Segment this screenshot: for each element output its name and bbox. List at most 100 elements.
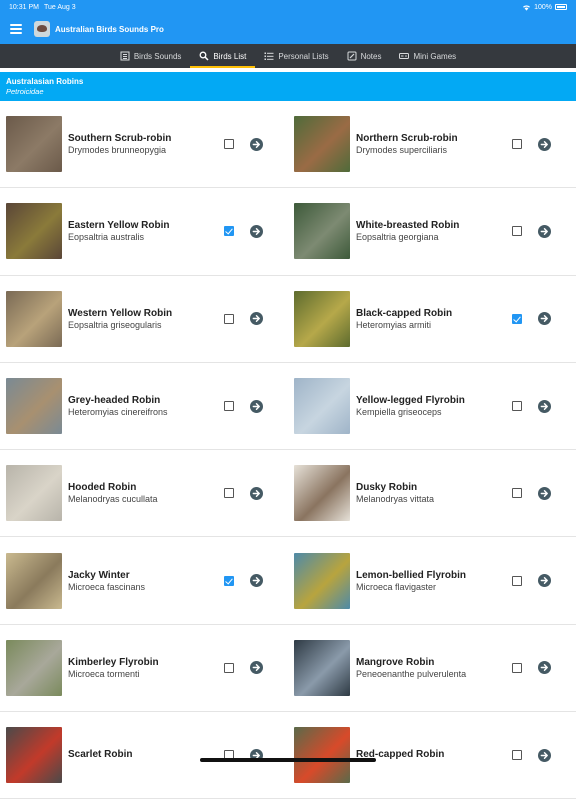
bird-checkbox[interactable] [224, 575, 234, 586]
arrow-right-icon[interactable] [538, 748, 551, 762]
arrow-right-icon[interactable] [538, 137, 551, 151]
bird-common-name: Yellow-legged Flyrobin [356, 395, 465, 407]
arrow-right-icon[interactable] [250, 224, 263, 238]
bird-common-name: Kimberley Flyrobin [68, 656, 159, 668]
bird-photo [294, 290, 350, 347]
bird-checkbox[interactable] [224, 401, 234, 412]
bird-common-name: Dusky Robin [356, 482, 418, 494]
wifi-icon [523, 4, 531, 11]
bird-list-item[interactable]: Southern Scrub-robin Drymodes brunneopygi… [0, 101, 288, 187]
bird-list-item[interactable]: Northern Scrub-robin Drymodes superciliar… [288, 101, 576, 187]
bird-checkbox[interactable] [224, 313, 234, 324]
bird-photo [294, 552, 350, 609]
bird-photo [6, 116, 62, 173]
bird-list-item[interactable]: Grey-headed Robin Heteromyias cinereifron… [0, 363, 288, 449]
arrow-right-icon[interactable] [538, 661, 551, 675]
bird-list-item[interactable]: Eastern Yellow Robin Eopsaltria australis [0, 188, 288, 274]
bird-names: Lemon-bellied Flyrobin Microeca flavigast… [356, 570, 506, 592]
bird-species-name: Melanodryas vittata [356, 494, 435, 505]
bird-checkbox[interactable] [512, 226, 522, 237]
bird-species-name: Eopsaltria georgiana [356, 232, 439, 243]
bird-photo [6, 552, 62, 609]
bird-checkbox[interactable] [512, 139, 522, 150]
bird-checkbox[interactable] [512, 575, 522, 586]
bird-checkbox[interactable] [512, 750, 522, 761]
bird-list-item[interactable]: Black-capped Robin Heteromyias armiti [288, 276, 576, 362]
tab-mini-games[interactable]: Mini Games [390, 44, 465, 68]
bird-checkbox[interactable] [512, 488, 522, 499]
bird-common-name: Scarlet Robin [68, 749, 133, 761]
birds-list: Southern Scrub-robin Drymodes brunneopygi… [0, 101, 576, 799]
bird-photo [6, 290, 62, 347]
notes-icon [347, 51, 357, 61]
app-title: Australian Birds Sounds Pro [55, 24, 164, 34]
bird-list-item[interactable]: Western Yellow Robin Eopsaltria griseogul… [0, 276, 288, 362]
bird-checkbox[interactable] [224, 488, 234, 499]
bird-list-item[interactable]: White-breasted Robin Eopsaltria georgiana [288, 188, 576, 274]
bird-species-name: Microeca flavigaster [356, 581, 437, 592]
bird-checkbox[interactable] [512, 401, 522, 412]
arrow-right-icon[interactable] [538, 399, 551, 413]
bird-list-item[interactable]: Scarlet Robin [0, 712, 288, 798]
bird-names: Mangrove Robin Peneoenanthe pulverulenta [356, 657, 506, 679]
arrow-right-icon[interactable] [538, 224, 551, 238]
bird-photo [6, 727, 62, 784]
arrow-right-icon[interactable] [250, 137, 263, 151]
bird-checkbox[interactable] [512, 662, 522, 673]
tab-birds-list[interactable]: Birds List [190, 44, 256, 68]
bird-names: Grey-headed Robin Heteromyias cinereifron… [68, 395, 218, 417]
bird-common-name: Eastern Yellow Robin [68, 220, 170, 232]
status-date: Tue Aug 3 [43, 3, 76, 11]
bird-species-name: Drymodes brunneopygia [68, 145, 167, 156]
bird-list-item[interactable]: Jacky Winter Microeca fascinans [0, 537, 288, 623]
bird-names: Kimberley Flyrobin Microeca tormenti [68, 657, 218, 679]
bird-common-name: Jacky Winter [68, 569, 130, 581]
bird-species-name: Heteromyias cinereifrons [68, 407, 168, 418]
arrow-right-icon[interactable] [538, 486, 551, 500]
bird-names: Southern Scrub-robin Drymodes brunneopygi… [68, 133, 218, 155]
bird-list-item[interactable]: Mangrove Robin Peneoenanthe pulverulenta [288, 625, 576, 711]
speaker-icon [120, 51, 130, 61]
bird-common-name: Black-capped Robin [356, 307, 453, 319]
bird-checkbox[interactable] [224, 226, 234, 237]
tab-birds-sounds[interactable]: Birds Sounds [111, 44, 191, 68]
bird-photo [294, 465, 350, 522]
family-latin-name: Petroicidae [6, 87, 44, 96]
bird-list-item[interactable]: Red-capped Robin [288, 712, 576, 798]
bird-names: White-breasted Robin Eopsaltria georgiana [356, 220, 506, 242]
tab-label: Notes [360, 51, 382, 61]
tab-personal-lists[interactable]: Personal Lists [255, 44, 337, 68]
arrow-right-icon[interactable] [538, 574, 551, 588]
bird-species-name: Melanodryas cucullata [68, 494, 158, 505]
arrow-right-icon[interactable] [538, 312, 551, 326]
bird-list-item[interactable]: Dusky Robin Melanodryas vittata [288, 450, 576, 536]
hamburger-menu-icon[interactable] [10, 24, 22, 34]
bird-row: Hooded Robin Melanodryas cucullata Dusky R… [0, 450, 576, 538]
status-bar: 10:31 PM Tue Aug 3 100% [0, 0, 576, 14]
bird-list-item[interactable]: Lemon-bellied Flyrobin Microeca flavigast… [288, 537, 576, 623]
arrow-right-icon[interactable] [250, 312, 263, 326]
bird-checkbox[interactable] [224, 662, 234, 673]
bird-names: Black-capped Robin Heteromyias armiti [356, 308, 506, 330]
bird-common-name: Grey-headed Robin [68, 395, 161, 407]
bird-list-item[interactable]: Hooded Robin Melanodryas cucullata [0, 450, 288, 536]
bird-checkbox[interactable] [512, 313, 522, 324]
bird-list-item[interactable]: Yellow-legged Flyrobin Kempiella griseoce… [288, 363, 576, 449]
bird-photo [294, 203, 350, 260]
bird-common-name: Northern Scrub-robin [356, 133, 458, 145]
arrow-right-icon[interactable] [250, 486, 263, 500]
bird-list-item[interactable]: Kimberley Flyrobin Microeca tormenti [0, 625, 288, 711]
tab-label: Mini Games [413, 51, 457, 61]
bird-checkbox[interactable] [224, 139, 234, 150]
app-logo [34, 21, 50, 37]
tab-label: Birds Sounds [133, 51, 182, 61]
bird-row: Grey-headed Robin Heteromyias cinereifron… [0, 363, 576, 451]
tab-notes[interactable]: Notes [338, 44, 391, 68]
gamepad-icon [399, 53, 410, 59]
arrow-right-icon[interactable] [250, 661, 263, 675]
arrow-right-icon[interactable] [250, 574, 263, 588]
bird-common-name: Southern Scrub-robin [68, 133, 172, 145]
arrow-right-icon[interactable] [250, 399, 263, 413]
bird-photo [294, 639, 350, 696]
bird-photo [294, 727, 350, 784]
